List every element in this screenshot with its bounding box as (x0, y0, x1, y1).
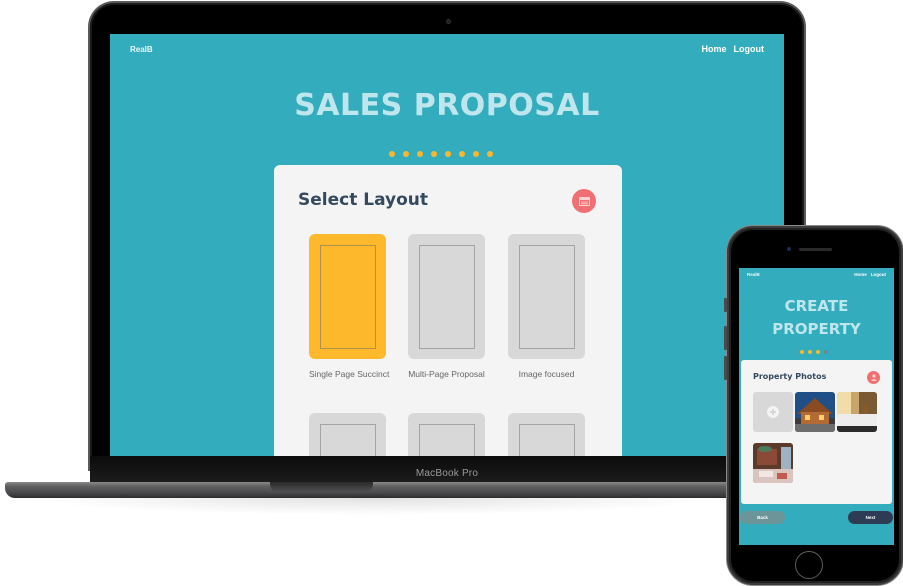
user-icon[interactable] (867, 371, 880, 384)
step-dot (417, 151, 423, 157)
step-dot (403, 151, 409, 157)
property-photos-card: Property Photos (741, 360, 892, 504)
nav-links: Home Logout (701, 44, 764, 54)
layout-option[interactable] (508, 413, 588, 456)
webcam-icon (446, 19, 451, 24)
volume-down-button (724, 356, 727, 380)
home-button[interactable] (795, 551, 823, 579)
step-dot (800, 350, 804, 354)
page-outline (418, 423, 475, 456)
front-camera-icon (787, 247, 791, 251)
layout-option-image-focused[interactable]: Image focused (508, 234, 588, 379)
kitchen-counter-photo[interactable] (837, 392, 877, 432)
page-outline (319, 244, 376, 349)
card-title: Property Photos (753, 372, 827, 381)
step-dot (431, 151, 437, 157)
page-title: SALES PROPOSAL (294, 88, 600, 123)
volume-up-button (724, 326, 727, 350)
layout-label: Image focused (518, 369, 575, 379)
layout-label: Multi-Page Proposal (408, 369, 485, 379)
page-title: CREATE PROPERTY (739, 295, 894, 341)
page-outline (518, 244, 575, 349)
layout-thumbnail[interactable] (408, 413, 485, 456)
step-dot (808, 350, 812, 354)
plus-circle-icon (767, 406, 779, 418)
laptop-screen: RealB Home Logout SALES PROPOSAL Select … (110, 34, 784, 456)
layout-option-multi-page[interactable]: Multi-Page Proposal (408, 234, 488, 379)
nav-home-link[interactable]: Home (854, 272, 867, 277)
step-progress (800, 350, 828, 354)
step-dot (473, 151, 479, 157)
add-photo-button[interactable] (753, 392, 793, 432)
layout-thumbnail[interactable] (508, 413, 585, 456)
lid-notch (270, 482, 373, 492)
nav-logout-link[interactable]: Logout (871, 272, 886, 277)
layout-thumbnail[interactable] (309, 234, 386, 359)
nav-home-link[interactable]: Home (701, 44, 726, 54)
layout-thumbnail[interactable] (309, 413, 386, 456)
step-dot (445, 151, 451, 157)
next-button[interactable]: Next (848, 511, 893, 524)
select-layout-card: Select Layout Single Page Succinct Multi… (274, 165, 622, 456)
page-title-line: PROPERTY (772, 320, 861, 338)
layout-option[interactable] (309, 413, 389, 456)
phone-screen: RealB Home Logout CREATE PROPERTY Proper… (739, 268, 894, 545)
layout-icon[interactable] (572, 189, 596, 213)
step-dot (824, 350, 828, 354)
mute-switch (724, 298, 727, 312)
step-dot (389, 151, 395, 157)
layout-thumbnail[interactable] (408, 234, 485, 359)
step-dot (487, 151, 493, 157)
layout-thumbnail[interactable] (508, 234, 585, 359)
layout-label: Single Page Succinct (309, 369, 390, 379)
card-title: Select Layout (298, 190, 429, 210)
device-label: MacBook Pro (415, 468, 479, 479)
phone-frame: RealB Home Logout CREATE PROPERTY Proper… (724, 226, 903, 585)
nav-links: Home Logout (854, 272, 886, 277)
page-outline (418, 244, 475, 349)
laptop-chin: MacBook Pro (90, 456, 804, 482)
nav-logout-link[interactable]: Logout (734, 44, 765, 54)
living-room-photo[interactable] (753, 443, 793, 483)
page-outline (518, 423, 575, 456)
brand-logo[interactable]: RealB (130, 45, 153, 54)
step-dot (459, 151, 465, 157)
laptop-shadow (20, 497, 730, 515)
laptop-base (5, 482, 740, 498)
top-nav: RealB Home Logout (110, 34, 784, 64)
brand-logo[interactable]: RealB (747, 272, 760, 277)
cabin-exterior-photo[interactable] (795, 392, 835, 432)
page-outline (319, 423, 376, 456)
page-title-line: CREATE (784, 297, 849, 315)
step-dot (816, 350, 820, 354)
layout-option-single-page[interactable]: Single Page Succinct (309, 234, 389, 379)
step-progress (389, 151, 493, 157)
layout-option[interactable] (408, 413, 488, 456)
back-button[interactable]: Back (740, 511, 785, 524)
earpiece-speaker (799, 248, 832, 251)
